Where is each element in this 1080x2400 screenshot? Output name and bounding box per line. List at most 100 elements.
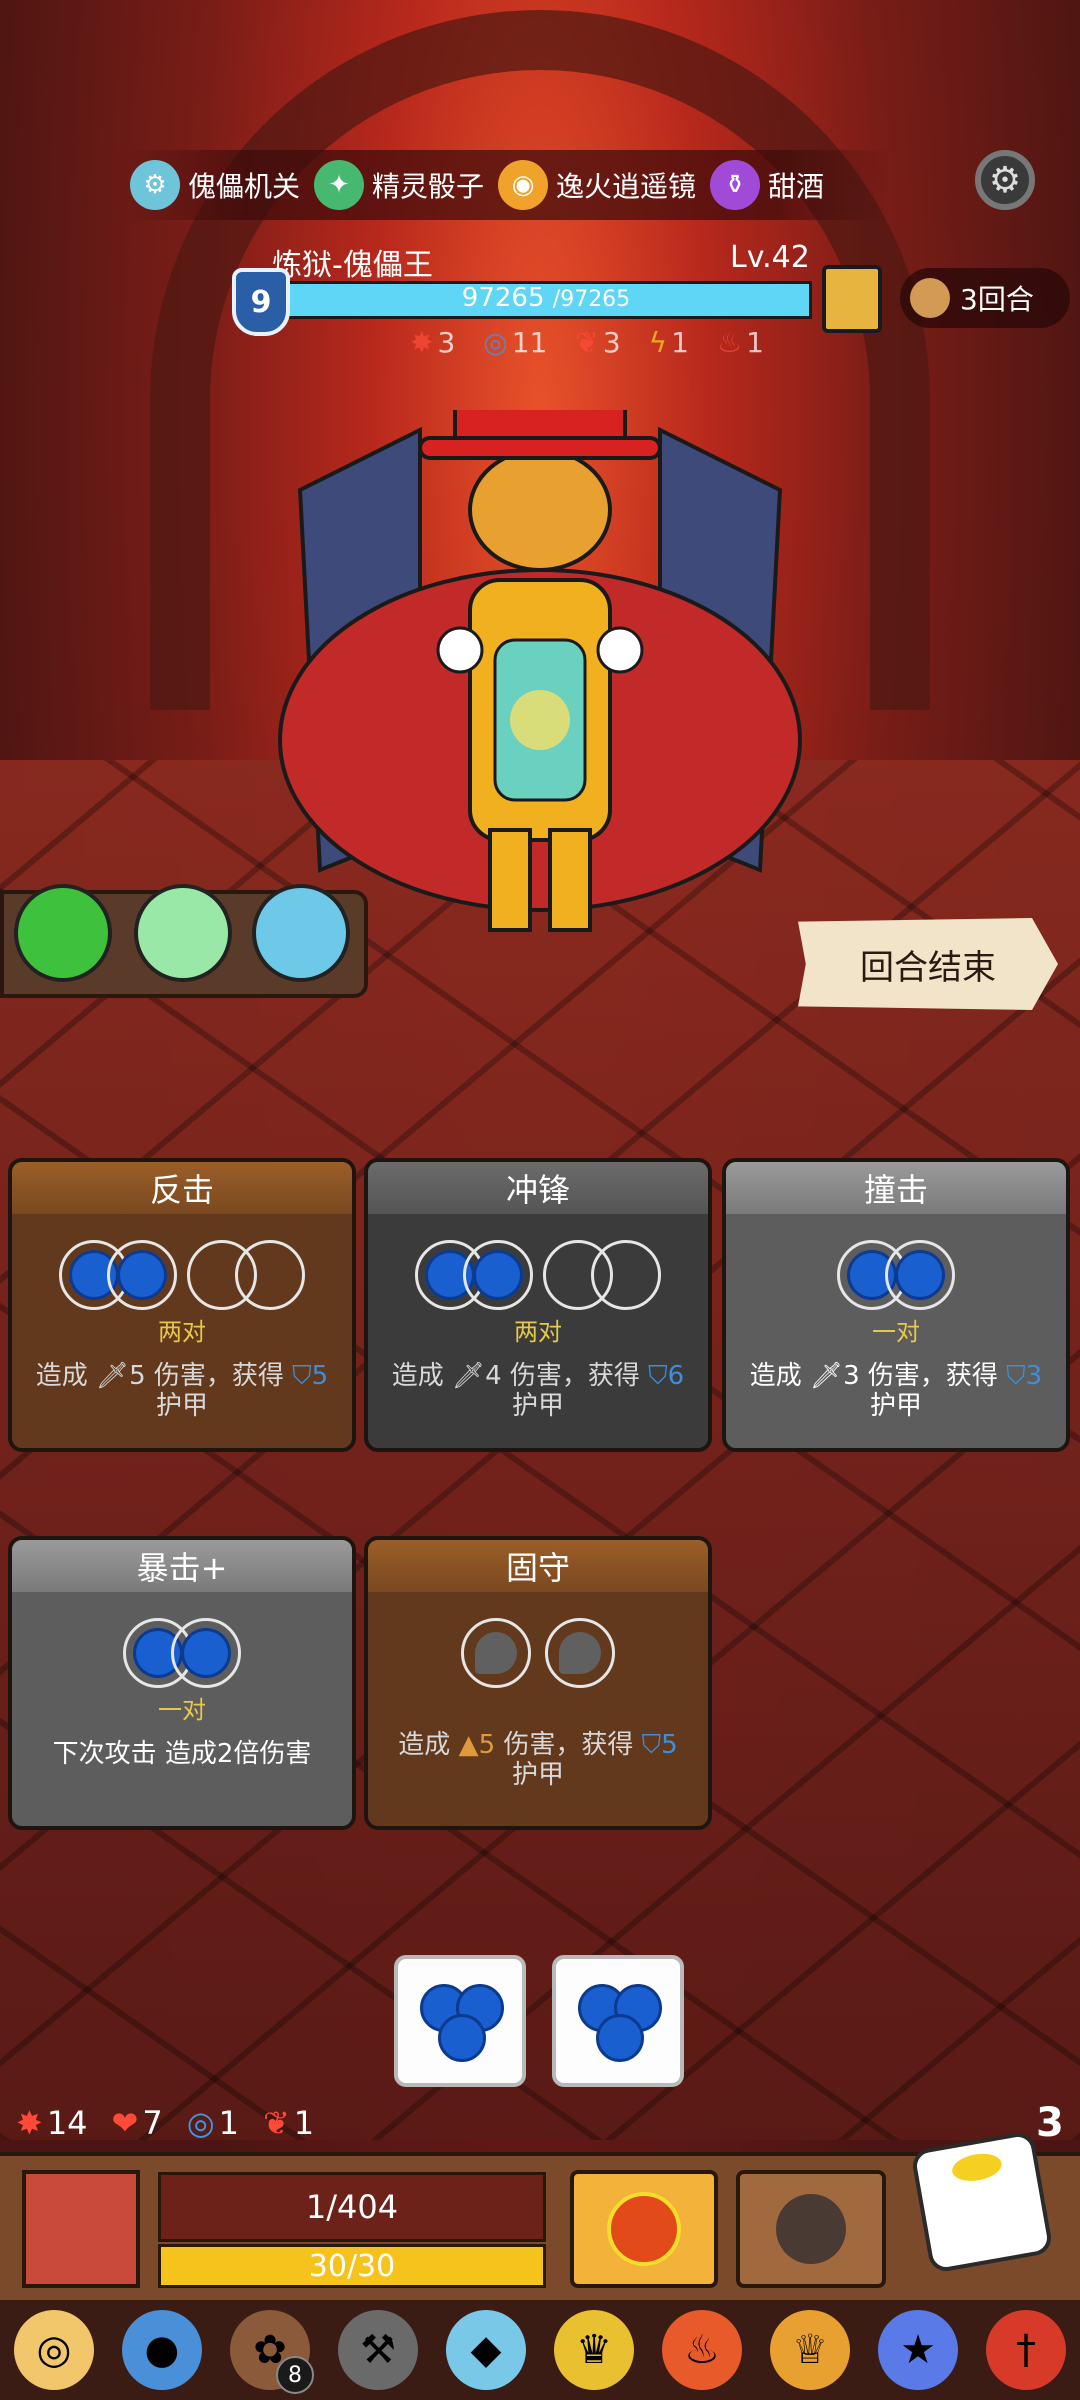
relic-bar: ⚙ 傀儡机关 ✦ 精灵骰子 ◉ 逸火逍遥镜 ⚱ 甜酒: [130, 150, 890, 220]
settings-gear-icon[interactable]: ⚙: [975, 150, 1035, 210]
player-energy-bar: 30/30: [158, 2244, 546, 2288]
dice-slot[interactable]: [171, 1618, 241, 1688]
boss-status-list: ✸ 3 ◎ 11 ❦ 3 ϟ1 ♨ 1: [410, 326, 764, 359]
crystal-icon[interactable]: ◆: [446, 2310, 526, 2390]
boss-status-flame[interactable]: ♨ 1: [717, 326, 764, 359]
blue-potion-icon[interactable]: [252, 884, 350, 982]
focus-icon: ◎: [186, 2104, 215, 2142]
round-counter: 3回合: [900, 268, 1070, 328]
card-title: 暴击+: [12, 1540, 352, 1592]
dice-slot[interactable]: [591, 1240, 661, 1310]
card-charge[interactable]: 冲锋 两对 造成 🗡4 伤害，获得 ⛉6 护甲: [364, 1158, 712, 1452]
player-status-strength[interactable]: ✸ 14: [16, 2104, 88, 2142]
axe-icon[interactable]: ⚒: [338, 2310, 418, 2390]
player-status-heart[interactable]: ❤ 7: [112, 2104, 163, 2142]
relic-sweet-wine[interactable]: ⚱ 甜酒: [710, 160, 824, 210]
roll-dice-button[interactable]: [910, 2130, 1054, 2274]
card-title: 反击: [12, 1162, 352, 1214]
rainbow-potion-icon[interactable]: [134, 884, 232, 982]
fire-boot-icon[interactable]: ♨: [662, 2310, 742, 2390]
fire-dice-skill-button[interactable]: [570, 2170, 718, 2288]
card-requirement: 一对: [872, 1318, 920, 1346]
shield-icon: ⛉: [1006, 1361, 1026, 1391]
shield-icon: ⛉: [641, 1730, 662, 1760]
boot-icon: ▲: [458, 1730, 479, 1760]
card-requirement: 两对: [158, 1318, 206, 1346]
dice-slot[interactable]: [545, 1618, 615, 1688]
player-status-focus[interactable]: ◎ 1: [187, 2104, 239, 2142]
fire-mirror-icon: ◉: [498, 160, 549, 210]
sword-icon: 🗡: [452, 1361, 486, 1391]
shield-disc-icon[interactable]: ◎: [14, 2310, 94, 2390]
green-potion-icon[interactable]: [14, 884, 112, 982]
boss-status-strength[interactable]: ✸ 3: [410, 326, 455, 359]
dice-slot[interactable]: [463, 1240, 533, 1310]
card-title: 固守: [368, 1540, 708, 1592]
sword-icon: 🗡: [96, 1361, 130, 1391]
trophy-icon[interactable]: ♕: [770, 2310, 850, 2390]
relic-spirit-dice[interactable]: ✦ 精灵骰子: [314, 160, 484, 210]
relic-puppet-mechanism[interactable]: ⚙ 傀儡机关: [130, 160, 300, 210]
dice-slots: [12, 1240, 352, 1310]
card-description: 造成 ▲5 伤害，获得 ⛉5 护甲: [398, 1730, 678, 1790]
relic-label: 精灵骰子: [372, 170, 485, 203]
relic-fire-mirror[interactable]: ◉ 逸火逍遥镜: [498, 160, 696, 210]
dice-slots: [368, 1618, 708, 1688]
dagger-icon[interactable]: †: [986, 2310, 1066, 2390]
scroll-icon: [910, 278, 950, 318]
card-hold-firm[interactable]: 固守 造成 ▲5 伤害，获得 ⛉5 护甲: [364, 1536, 712, 1830]
item-bar: ◎ ● ✿ 8 ⚒ ◆ ♛ ♨ ♕ ★ †: [0, 2300, 1080, 2400]
rage-icon: ❦: [262, 2104, 290, 2142]
relic-label: 傀儡机关: [188, 170, 301, 203]
card-ram[interactable]: 撞击 一对 造成 🗡3 伤害，获得 ⛉3 护甲: [722, 1158, 1070, 1452]
puppet-king-boss[interactable]: [240, 410, 840, 950]
dice-slot[interactable]: [461, 1618, 531, 1688]
sword-icon: 🗡: [810, 1361, 844, 1391]
end-turn-button[interactable]: 回合结束: [798, 918, 1058, 1010]
player-die[interactable]: [552, 1955, 684, 2087]
sweet-wine-icon: ⚱: [710, 160, 761, 210]
card-requirement: 两对: [514, 1318, 562, 1346]
dice-slot[interactable]: [885, 1240, 955, 1310]
boss-status-burn[interactable]: ❦ 3: [575, 326, 620, 359]
player-status-rage[interactable]: ❦ 1: [263, 2104, 314, 2142]
player-avatar[interactable]: [22, 2170, 140, 2288]
button-icon[interactable]: ✿ 8: [230, 2310, 314, 2394]
card-counterattack[interactable]: 反击 两对 造成 🗡5 伤害，获得 ⛉5 护甲: [8, 1158, 356, 1452]
d20-icon: [607, 2192, 681, 2266]
card-description: 造成 🗡4 伤害，获得 ⛉6 护甲: [391, 1361, 685, 1421]
dice-slots: [368, 1240, 708, 1310]
cauldron-skill-button[interactable]: [736, 2170, 886, 2288]
player-hp-bar: 1/404: [158, 2172, 546, 2242]
round-label: 3回合: [960, 283, 1034, 316]
heart-icon: ❤: [111, 2104, 139, 2142]
status-value: 3: [602, 326, 621, 359]
crown-icon[interactable]: ♛: [554, 2310, 634, 2390]
boss-intel-book-icon[interactable]: [822, 265, 882, 333]
dice-slots: [12, 1618, 352, 1688]
status-value: 1: [218, 2104, 239, 2142]
card-critical-plus[interactable]: 暴击+ 一对 下次攻击 造成2倍伤害: [8, 1536, 356, 1830]
dice-slot[interactable]: [107, 1240, 177, 1310]
player-die[interactable]: [394, 1955, 526, 2087]
blue-egg-icon[interactable]: ●: [122, 2310, 202, 2390]
card-description: 下次攻击 造成2倍伤害: [52, 1739, 312, 1769]
flame-icon: ♨: [716, 326, 743, 359]
spirit-dice-icon: ✦: [314, 160, 365, 210]
boss-status-lightning[interactable]: ϟ1: [649, 326, 689, 359]
relic-label: 甜酒: [768, 170, 825, 203]
relic-label: 逸火逍遥镜: [556, 170, 697, 203]
status-value: 11: [511, 326, 548, 359]
boss-status-focus[interactable]: ◎ 11: [483, 326, 547, 359]
boss-name: 炼狱-傀儡王: [272, 248, 433, 283]
card-title: 撞击: [726, 1162, 1066, 1214]
dice-slots: [726, 1240, 1066, 1310]
boss-shield-badge: 9: [232, 268, 290, 336]
crystal-ball-icon[interactable]: ★: [878, 2310, 958, 2390]
burn-icon: ❦: [575, 326, 599, 359]
lightning-icon: ϟ: [648, 326, 668, 359]
dice-slot[interactable]: [235, 1240, 305, 1310]
status-value: 14: [46, 2104, 88, 2142]
card-description: 造成 🗡5 伤害，获得 ⛉5 护甲: [35, 1361, 329, 1421]
status-value: 1: [671, 326, 689, 359]
